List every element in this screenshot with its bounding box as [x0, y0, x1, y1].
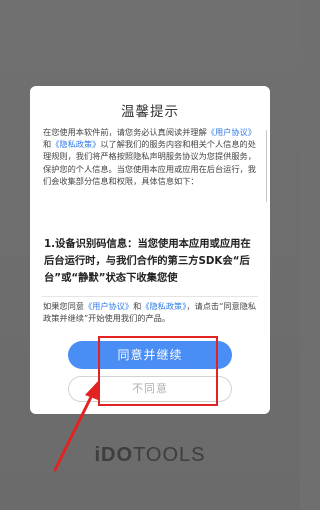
- scrollbar[interactable]: [265, 130, 267, 202]
- user-agreement-link[interactable]: 《用户协议》: [84, 301, 133, 311]
- logo-mark: iDO: [94, 444, 134, 466]
- user-agreement-link[interactable]: 《用户协议》: [207, 127, 256, 137]
- consent-text: 如果您同意: [43, 301, 84, 311]
- decline-button[interactable]: 不同意: [68, 376, 232, 402]
- dialog-title: 温馨提示: [121, 104, 179, 120]
- intro-text: 在您使用本软件前，请您务必认真阅读并理解: [43, 127, 207, 137]
- privacy-dialog: 温馨提示 在您使用本软件前，请您务必认真阅读并理解《用户协议》和《隐私政策》以了…: [30, 86, 270, 414]
- privacy-policy-link[interactable]: 《隐私政策》: [51, 139, 100, 149]
- agree-continue-button[interactable]: 同意并继续: [68, 341, 232, 369]
- intro-paragraph: 在您使用本软件前，请您务必认真阅读并理解《用户协议》和《隐私政策》以了解我们的服…: [43, 126, 259, 187]
- intro-text: 和: [43, 139, 52, 150]
- app-logo: iDOTOOLS: [0, 444, 300, 467]
- consent-note: 如果您同意《用户协议》和《隐私政策》，请点击“同意隐私政策并继续”开始使用我们的…: [43, 301, 261, 324]
- logo-text: TOOLS: [133, 444, 206, 466]
- device-id-section-heading: 1.设备识别码信息：当您使用本应用或应用在后台运行时，与我们合作的第三方SDK会…: [44, 238, 251, 284]
- divider: [42, 296, 258, 297]
- privacy-policy-link[interactable]: 《隐私政策》: [141, 301, 186, 311]
